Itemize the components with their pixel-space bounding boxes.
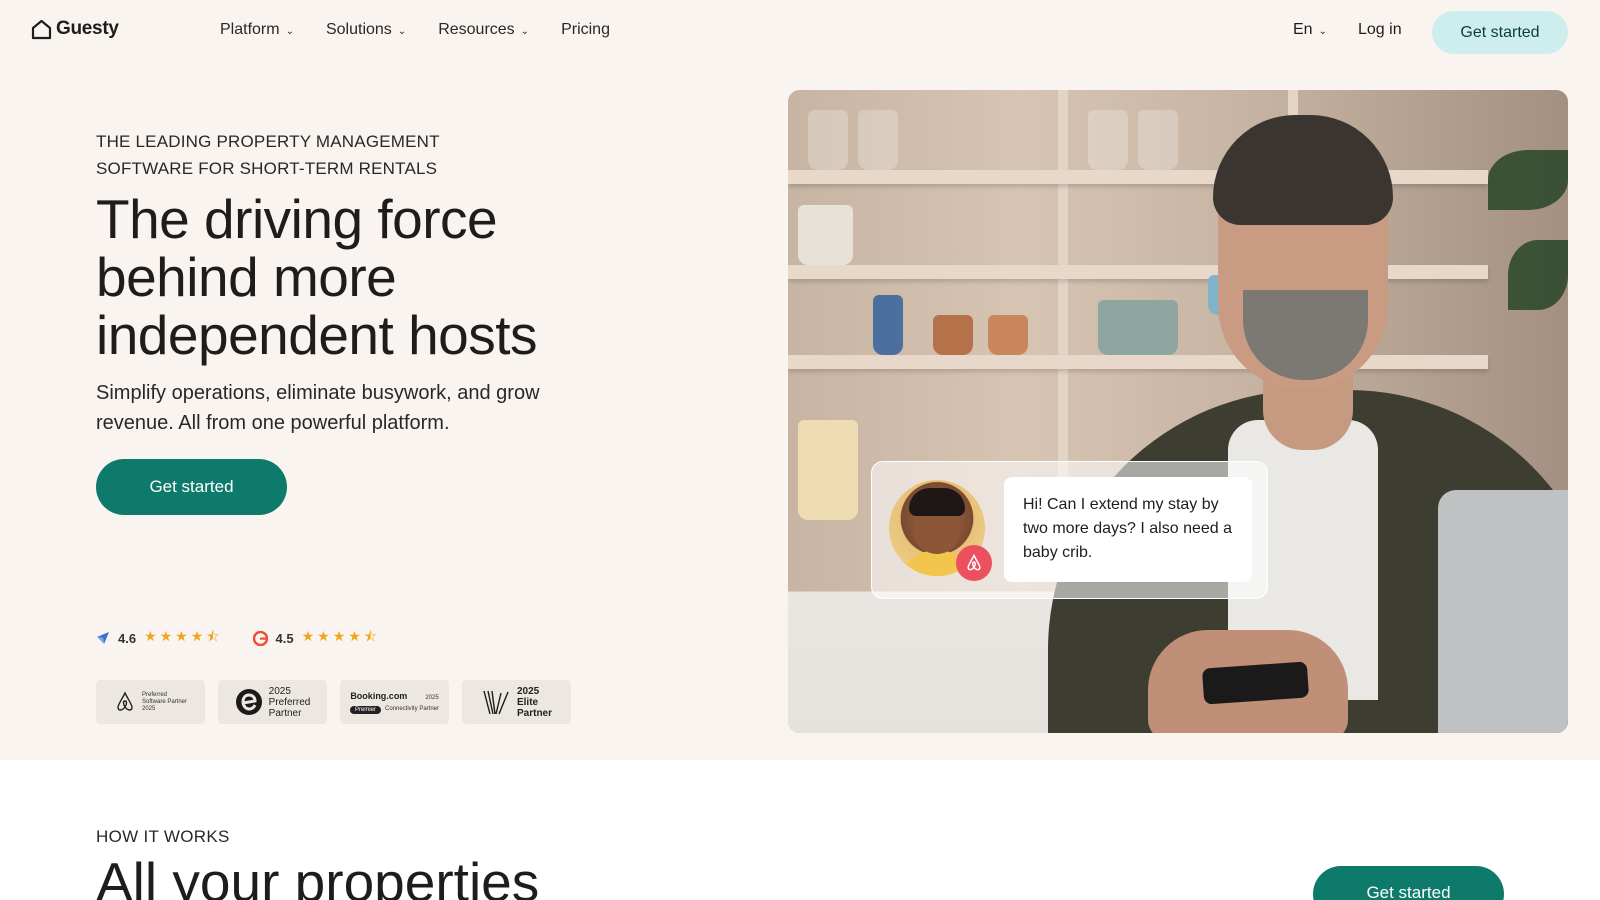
nav-item-label: Platform [220, 21, 280, 38]
copper-cup [933, 315, 973, 355]
chevron-down-icon: ⌄ [397, 25, 407, 37]
booking-partner-badge: Booking.com 2025 Premier Connectivity Pa… [340, 680, 449, 724]
chevron-down-icon: ⌄ [520, 25, 530, 37]
section-title: All your properties [96, 851, 540, 900]
star-rating: ★★★★⯪ [144, 628, 223, 644]
badge-line: Preferred [141, 691, 167, 698]
badge-text: 2025 Elite Partner [517, 686, 552, 719]
airbnb-logo-glyph [967, 553, 981, 571]
nav-item-platform[interactable]: Platform ⌄ [220, 21, 294, 39]
hero-eyebrow: THE LEADING PROPERTY MANAGEMENT SOFTWARE… [96, 132, 440, 178]
nav-item-label: Solutions [325, 21, 392, 38]
badge-text: Preferred Software Partner 2025 [142, 692, 187, 713]
section-label: HOW IT WORKS [96, 827, 230, 846]
badge-line: Partner [516, 707, 552, 719]
ceramic-mugs [1098, 300, 1178, 355]
badge-line: 2025 [516, 685, 540, 697]
chevron-down-icon: ⌄ [285, 25, 294, 37]
cream-jug [798, 420, 858, 520]
expedia-icon [235, 689, 262, 715]
plant-leaf [1508, 240, 1568, 310]
airbnb-icon [956, 545, 992, 581]
language-label: En [1293, 21, 1313, 38]
vrbo-icon [483, 690, 509, 715]
glass-jar [808, 110, 848, 170]
capterra-icon [97, 632, 109, 644]
chevron-down-icon: ⌄ [1318, 25, 1327, 37]
badge-line: Partner [268, 707, 302, 719]
rating-value: 4.5 [275, 630, 294, 646]
nav-links: Platform ⌄ Solutions ⌄ Resources ⌄ Prici… [220, 21, 610, 39]
g2-icon [252, 630, 268, 646]
vrbo-partner-badge: 2025 Elite Partner [462, 680, 571, 724]
blue-vase [873, 295, 903, 355]
house-icon [31, 19, 52, 39]
glass-jar [1138, 110, 1178, 170]
section-get-started-button[interactable]: Get started [1313, 866, 1504, 900]
hero-photo [788, 90, 1568, 733]
laptop [1438, 490, 1568, 733]
chat-message-bubble: Hi! Can I extend my stay by two more day… [1004, 477, 1252, 582]
booking-tag: Connectivity Partner [384, 706, 440, 712]
language-selector[interactable]: En ⌄ [1293, 21, 1327, 39]
hero-subhead: Simplify operations, eliminate busywork,… [96, 382, 540, 434]
login-link[interactable]: Log in [1358, 21, 1402, 39]
nav-item-pricing[interactable]: Pricing [561, 21, 610, 39]
expedia-partner-badge: 2025 Preferred Partner [218, 680, 327, 724]
brand-logo[interactable]: Guesty [31, 18, 119, 40]
badge-text: 2025 Preferred Partner [269, 686, 311, 719]
airbnb-partner-badge: Preferred Software Partner 2025 [96, 680, 205, 724]
nav-get-started-button[interactable]: Get started [1432, 11, 1568, 54]
booking-year: 2025 [425, 694, 439, 701]
nav-item-label: Pricing [561, 21, 610, 38]
glass-jar [858, 110, 898, 170]
ratings-row: 4.6 ★★★★⯪ 4.5 ★★★★⯪ [96, 626, 380, 650]
rating-g2: 4.5 ★★★★⯪ [252, 626, 381, 650]
hero-get-started-button[interactable]: Get started [96, 459, 287, 515]
brand-name: Guesty [56, 18, 119, 39]
star-rating: ★★★★⯪ [301, 628, 381, 644]
booking-tier: Premier [349, 705, 381, 714]
rating-value: 4.6 [118, 630, 137, 646]
badge-line: Software Partner [141, 698, 188, 705]
badge-line: Elite [516, 696, 539, 708]
badge-line: 2025 [141, 705, 156, 712]
badge-line: Preferred [268, 696, 311, 708]
avatar-hair [909, 488, 965, 516]
airbnb-icon [117, 691, 133, 711]
booking-title: Booking.com [350, 690, 408, 701]
badge-line: 2025 [268, 685, 291, 697]
booking-header: Booking.com 2025 [350, 691, 438, 702]
rating-capterra: 4.6 ★★★★⯪ [96, 626, 223, 650]
booking-footer: Premier Connectivity Partner [349, 705, 440, 714]
shelf [788, 355, 1488, 369]
top-navigation: Guesty Platform ⌄ Solutions ⌄ Resources … [0, 0, 1600, 64]
hero-headline: The driving force behind more independen… [96, 188, 538, 366]
white-pitcher [798, 205, 853, 265]
plant-leaf [1488, 150, 1568, 210]
glass-jar [1088, 110, 1128, 170]
nav-item-label: Resources [438, 21, 515, 38]
smartphone [1201, 661, 1310, 705]
copper-cup [988, 315, 1028, 355]
nav-item-resources[interactable]: Resources ⌄ [438, 21, 529, 39]
nav-item-solutions[interactable]: Solutions ⌄ [326, 21, 406, 39]
partner-badges: Preferred Software Partner 2025 2025 Pre… [96, 680, 571, 724]
